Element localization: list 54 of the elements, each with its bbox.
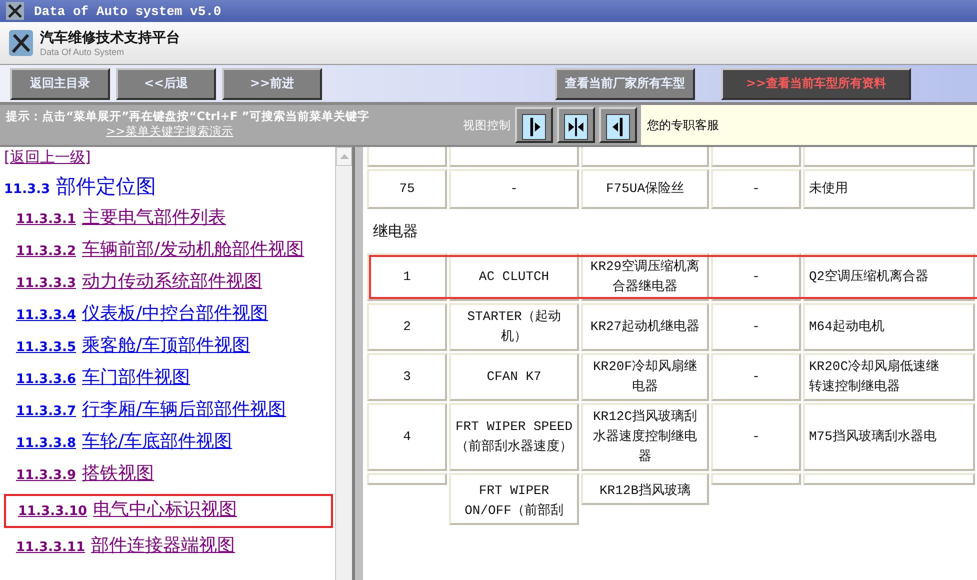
section-heading: 11.3.3 部件定位图 xyxy=(4,173,158,200)
menu-link[interactable]: 11.3.3.8 车轮/车底部件视图 xyxy=(16,430,232,456)
menu-link[interactable]: 11.3.3.9 搭铁视图 xyxy=(16,462,154,488)
window-title: Data of Auto system v5.0 xyxy=(34,4,222,18)
table-cell: 3 xyxy=(367,353,447,401)
menu-link[interactable]: 11.3.3.11 部件连接器端视图 xyxy=(16,534,236,560)
table-cell: 1 xyxy=(367,253,447,301)
table-cell: 未使用 xyxy=(803,169,975,209)
table-cell: - xyxy=(711,303,801,351)
table-cell: FRT WIPER SPEED（前部刮水器速度） xyxy=(449,403,579,471)
arrows-inward-icon xyxy=(564,114,588,140)
table-cell: KR20F冷却风扇继电器 xyxy=(581,353,709,401)
arrow-left-icon xyxy=(606,114,630,140)
menu-link[interactable]: 11.3.3.6 车门部件视图 xyxy=(16,366,190,392)
table-cell: - xyxy=(711,353,801,401)
table-cell: M75挡风玻璃刮水器电 xyxy=(803,403,975,471)
table-cell: M64起动电机 xyxy=(803,303,975,351)
menu-link[interactable]: 11.3.3.4 仪表板/中控台部件视图 xyxy=(16,302,268,328)
table-cell: - xyxy=(449,169,579,209)
back-link[interactable]: [返回上一级] xyxy=(4,148,91,167)
table-cell: CFAN K7 xyxy=(449,353,579,401)
view-button[interactable] xyxy=(515,107,553,143)
service-text: 您的专职客服 xyxy=(647,116,719,134)
table-cell: 4 xyxy=(367,403,447,471)
table-cell: 75 xyxy=(367,169,447,209)
table-cell: Q2空调压缩机离合器 xyxy=(803,253,975,301)
table-cell: KR27起动机继电器 xyxy=(581,303,709,351)
table-cell: F75UA保险丝 xyxy=(581,169,709,209)
table-cell: KR20C冷却风扇低速继转速控制继电器 xyxy=(803,353,975,401)
view-control-label: 视图控制 xyxy=(463,118,511,132)
hint-text: 提示：点击“菜单展开”再在键盘按“Ctrl+F ”可搜索当前菜单关键字 xyxy=(6,109,370,124)
table-cell: AC CLUTCH xyxy=(449,253,579,301)
menu-link[interactable]: 11.3.3.10 电气中心标识视图 xyxy=(4,494,334,528)
menu-link[interactable]: 11.3.3.3 动力传动系统部件视图 xyxy=(16,270,262,296)
menu-link[interactable]: 11.3.3.7 行李厢/车辆后部部件视图 xyxy=(16,398,286,424)
arrow-right-icon xyxy=(522,114,546,140)
table-cell: KR12C挡风玻璃刮水器速度控制继电器 xyxy=(581,403,709,471)
table-cell: 2 xyxy=(367,303,447,351)
table-cell: - xyxy=(711,169,801,209)
caret-up-icon xyxy=(340,154,348,159)
table-cell: KR12B挡风玻璃 xyxy=(581,473,709,505)
table-cell: FRT WIPER ON/OFF（前部刮 xyxy=(449,473,579,525)
view-button[interactable] xyxy=(557,107,595,143)
app-subtitle: Data Of Auto System xyxy=(40,47,126,57)
menu-link[interactable]: 11.3.3.5 乘客舱/车顶部件视图 xyxy=(16,334,250,360)
section-label: 继电器 xyxy=(373,222,418,240)
menu-link[interactable]: 11.3.3.2 车辆前部/发动机舱部件视图 xyxy=(16,238,304,264)
table-cell: - xyxy=(711,403,801,471)
table-cell: STARTER（起动机） xyxy=(449,303,579,351)
menu-link[interactable]: 11.3.3.1 主要电气部件列表 xyxy=(16,206,226,232)
table-cell: KR29空调压缩机离合器继电器 xyxy=(581,253,709,301)
table-cell: - xyxy=(711,253,801,301)
view-button[interactable] xyxy=(599,107,637,143)
app-title: 汽车维修技术支持平台 xyxy=(40,29,180,47)
